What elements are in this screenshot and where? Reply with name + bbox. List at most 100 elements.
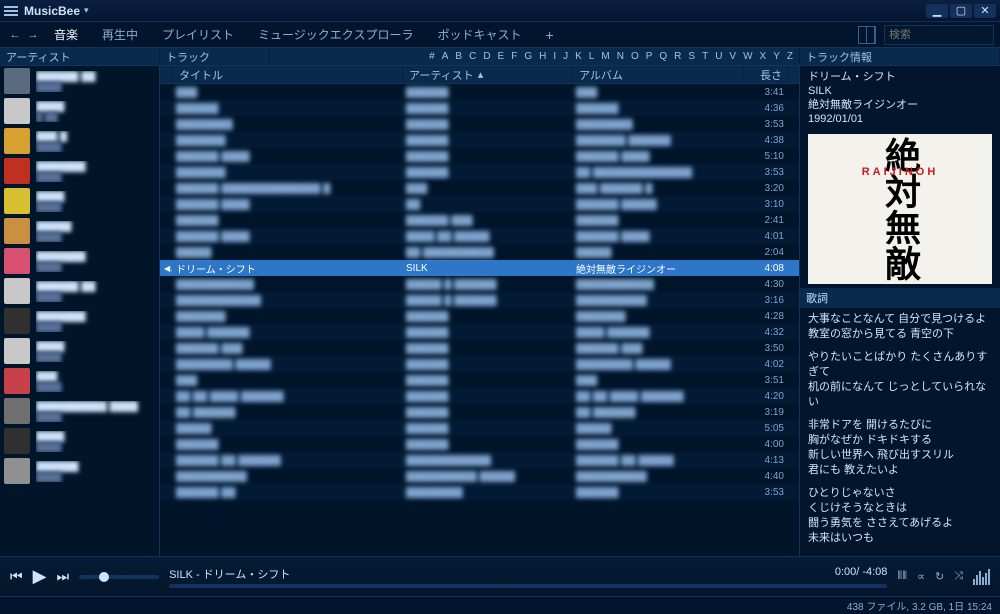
- track-row[interactable]: ████████ ███████████████████ █████4:02: [160, 356, 799, 372]
- artist-item[interactable]: ███████████: [0, 156, 159, 186]
- track-row[interactable]: ██████████████████████3:53: [160, 116, 799, 132]
- track-row[interactable]: ██████ ████████████████3:53: [160, 484, 799, 500]
- track-row[interactable]: ████ ████████████████ ██████4:32: [160, 324, 799, 340]
- alpha-letter[interactable]: A: [442, 51, 449, 62]
- track-list[interactable]: ████████████3:41██████████████████4:36██…: [160, 84, 799, 556]
- album-art[interactable]: RAIJINOH 絶対無敵: [808, 134, 992, 284]
- artist-item[interactable]: █████ ██: [0, 96, 159, 126]
- artist-item[interactable]: ██████████: [0, 456, 159, 486]
- alpha-letter[interactable]: P: [646, 51, 653, 62]
- alpha-letter[interactable]: F: [511, 51, 517, 62]
- track-row[interactable]: ██ ██ ████ ██████████████ ██ ████ ██████…: [160, 388, 799, 404]
- nav-back[interactable]: ←: [6, 29, 24, 41]
- track-row[interactable]: ██ ██████████████ ██████3:19: [160, 404, 799, 420]
- shuffle-icon[interactable]: ⤨: [954, 570, 963, 583]
- artist-item[interactable]: ████████: [0, 186, 159, 216]
- alpha-letter[interactable]: B: [455, 51, 462, 62]
- track-row[interactable]: ████████████3:41: [160, 84, 799, 100]
- track-row[interactable]: ████████████████ █ █████████████████4:30: [160, 276, 799, 292]
- track-row[interactable]: ██████ ██ ████████████████████████ ██ ██…: [160, 452, 799, 468]
- alpha-letter[interactable]: R: [674, 51, 681, 62]
- alpha-letter[interactable]: M: [601, 51, 609, 62]
- lyrics-body[interactable]: 大事なことなんて 自分で見つけるよ教室の窓から見てる 青空の下やりたいことばかり…: [800, 308, 1000, 556]
- alpha-letter[interactable]: E: [498, 51, 505, 62]
- col-artist[interactable]: アーティスト▴: [403, 66, 573, 83]
- track-row[interactable]: █████████████████ █ ████████████████3:16: [160, 292, 799, 308]
- artist-item[interactable]: ██████████ ████████: [0, 396, 159, 426]
- prev-button[interactable]: ⏮: [10, 568, 23, 585]
- search-box[interactable]: ⌕ ▾: [884, 25, 994, 45]
- alpha-letter[interactable]: H: [539, 51, 546, 62]
- track-row[interactable]: ████████████████████ ██████4:38: [160, 132, 799, 148]
- alpha-letter[interactable]: U: [715, 51, 722, 62]
- track-row[interactable]: ████████████████████ ███████████████4:40: [160, 468, 799, 484]
- track-row[interactable]: ██████ ████████████████ ████5:10: [160, 148, 799, 164]
- track-row[interactable]: ████████████████5:05: [160, 420, 799, 436]
- alpha-letter[interactable]: G: [524, 51, 532, 62]
- nav-tab[interactable]: ポッドキャスト: [437, 26, 521, 43]
- repeat-icon[interactable]: ↻: [935, 570, 944, 583]
- col-length[interactable]: 長さ: [743, 66, 789, 83]
- hamburger-menu[interactable]: [4, 6, 18, 16]
- artist-item[interactable]: ███████████: [0, 306, 159, 336]
- alpha-letter[interactable]: C: [469, 51, 476, 62]
- alpha-letter[interactable]: W: [743, 51, 752, 62]
- play-button[interactable]: ▶: [33, 566, 47, 587]
- artist-item[interactable]: ██████ ██████: [0, 66, 159, 96]
- nav-forward[interactable]: →: [24, 29, 42, 41]
- alpha-letter[interactable]: S: [688, 51, 695, 62]
- add-tab[interactable]: +: [545, 27, 553, 43]
- artist-item[interactable]: █████████: [0, 216, 159, 246]
- nav-tab[interactable]: ミュージックエクスプローラ: [258, 26, 413, 43]
- alpha-letter[interactable]: #: [429, 51, 435, 62]
- alpha-letter[interactable]: Q: [659, 51, 667, 62]
- artist-item[interactable]: ███████████: [0, 246, 159, 276]
- progress[interactable]: SILK - ドリーム・シフト 0:00/ -4:08: [169, 566, 887, 588]
- track-row[interactable]: ████████████████████4:28: [160, 308, 799, 324]
- alpha-letter[interactable]: D: [483, 51, 490, 62]
- artist-item[interactable]: ███████: [0, 366, 159, 396]
- track-row[interactable]: ██████████████████4:00: [160, 436, 799, 452]
- track-row[interactable]: ◀ドリーム・シフトSILK絶対無敵ライジンオー4:08: [160, 260, 799, 276]
- alpha-letter[interactable]: N: [617, 51, 624, 62]
- alpha-letter[interactable]: J: [563, 51, 568, 62]
- alpha-letter[interactable]: Y: [773, 51, 780, 62]
- nav-tab[interactable]: 再生中: [102, 26, 138, 43]
- maximize-button[interactable]: ▢: [950, 4, 972, 18]
- track-row[interactable]: ██████████████████4:36: [160, 100, 799, 116]
- alpha-letter[interactable]: T: [702, 51, 708, 62]
- track-row[interactable]: ██████ ████████ ██ ███████████ ████4:01: [160, 228, 799, 244]
- alpha-letter[interactable]: I: [553, 51, 556, 62]
- close-button[interactable]: ✕: [974, 4, 996, 18]
- col-album[interactable]: アルバム: [573, 66, 743, 83]
- artist-list[interactable]: ██████ ███████████ █████ ███████████████…: [0, 66, 160, 556]
- volume-slider[interactable]: [79, 575, 159, 579]
- track-row[interactable]: ██████ ███████████████ ███3:50: [160, 340, 799, 356]
- alpha-letter[interactable]: V: [729, 51, 736, 62]
- progress-bar[interactable]: [169, 584, 887, 588]
- artist-item[interactable]: ████████: [0, 426, 159, 456]
- artist-item[interactable]: ████████: [0, 336, 159, 366]
- app-dropdown[interactable]: ▾: [84, 5, 89, 16]
- next-button[interactable]: ⏭: [56, 568, 69, 585]
- artist-item[interactable]: ███ █████: [0, 126, 159, 156]
- layout-toggle[interactable]: [858, 26, 876, 44]
- track-row[interactable]: ████████████ █████████2:41: [160, 212, 799, 228]
- lastfm-icon[interactable]: ∝: [917, 570, 925, 583]
- nav-tab[interactable]: 音楽: [54, 26, 78, 43]
- alpha-letter[interactable]: L: [589, 51, 595, 62]
- visualizer-icon[interactable]: ⦀⦀: [897, 570, 907, 583]
- artist-item[interactable]: ██████ ██████: [0, 276, 159, 306]
- track-row[interactable]: ███████████████ ██████████████3:53: [160, 164, 799, 180]
- track-row[interactable]: ██████ ████████████ █████3:10: [160, 196, 799, 212]
- track-row[interactable]: ██████ ██████████████ ███████ ██████ █3:…: [160, 180, 799, 196]
- col-title[interactable]: タイトル: [173, 66, 403, 83]
- track-row[interactable]: ████████████3:51: [160, 372, 799, 388]
- equalizer-icon[interactable]: [973, 569, 990, 585]
- nav-tab[interactable]: プレイリスト: [162, 26, 234, 43]
- minimize-button[interactable]: ▁: [926, 4, 948, 18]
- track-row[interactable]: ███████ ███████████████2:04: [160, 244, 799, 260]
- alpha-letter[interactable]: Z: [787, 51, 793, 62]
- alpha-letter[interactable]: O: [631, 51, 639, 62]
- search-input[interactable]: [889, 29, 1000, 41]
